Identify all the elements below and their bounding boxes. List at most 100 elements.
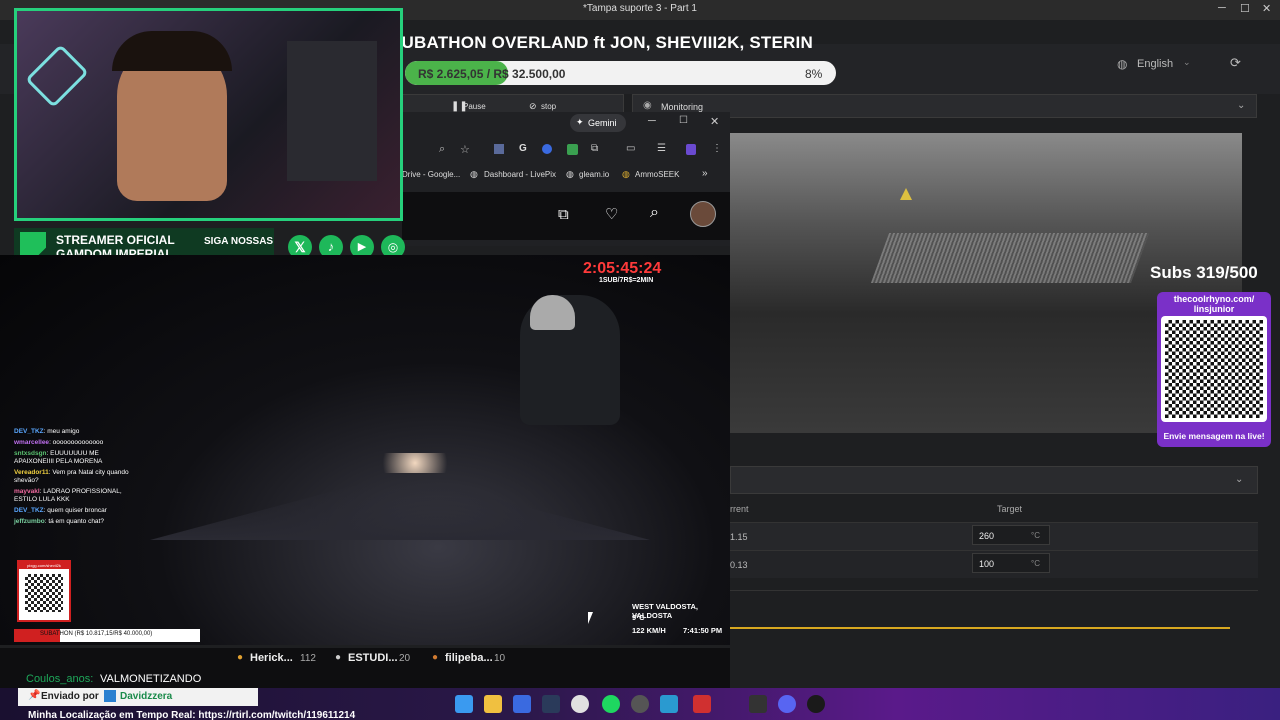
warning-icon [900,188,912,200]
refresh-icon[interactable]: ⟳ [1230,55,1241,71]
unit-label: °C [1031,559,1040,568]
current-header: rrent [730,504,749,514]
mini-subathon-bar: SUBATHON (R$ 10.817,15/R$ 40.000,00) [14,629,200,642]
language-select[interactable]: English [1137,58,1173,70]
subathon-progress-text: R$ 2.625,05 / R$ 32.500,00 [418,67,566,81]
profile-icon[interactable] [686,144,696,155]
chat-overlay: DEV_TKZ: meu amigo wmarcellee: ooooooooo… [14,428,139,548]
bookmark-icon: ◍ [470,169,478,179]
bed-target-input[interactable]: 100 [979,559,994,569]
monitor-icon: ◉ [643,100,652,111]
chevron-down-icon: ⌄ [1183,57,1191,67]
bed-current-temp: 0.13 [730,560,748,570]
clips-icon[interactable]: ⧉ [558,206,569,223]
subathon-percent: 8% [805,67,823,81]
menu-icon[interactable]: ⋮ [712,143,722,154]
cast-icon[interactable]: ▭ [626,143,635,154]
collapse-icon[interactable]: ⌄ [1235,474,1243,485]
gemini-button[interactable]: Gemini [588,118,617,128]
pause-button[interactable]: Pause [463,102,486,111]
chat-message: sntxsdsgn: EUUUUUUU ME APAIXONEIIII PELA… [14,450,103,465]
extension-icon[interactable] [542,144,552,154]
chat-message: wmarcellee: oooooooooooooo [14,439,104,446]
chat-message: jeffzumbo: tá em quanto chat? [14,518,104,525]
bookmark-icon: ◍ [566,169,574,179]
mouse-cursor [588,612,593,624]
more-bookmarks-icon[interactable]: » [702,168,708,179]
leader-value: 20 [399,653,411,664]
timer-rule: 1SUB/7R$=2MIN [599,277,654,284]
maximize-button[interactable]: ☐ [1240,2,1250,15]
heart-icon[interactable]: ♡ [605,205,618,223]
app-icon[interactable] [660,695,678,713]
clock-label: 7:41:50 PM [683,626,723,635]
leader-name: Herick... [250,652,293,664]
app-icon[interactable] [693,695,711,713]
bookmark-item[interactable]: Drive - Google... [402,170,460,179]
sent-by-bar: 📌 Enviado por Davidzzera [18,688,258,706]
chat-message: mayvakl: LADRAO PROFISSIONAL, ESTILO LUL… [14,488,122,503]
leaderboard: ● Herick... 112 ● ESTUDI... 20 ● filipeb… [0,648,730,668]
monitoring-tab[interactable]: Monitoring [661,102,703,112]
pix-qr-code: pixgg.com/shevii2k [17,560,71,622]
banner-siga: SIGA NOSSAS [204,236,274,247]
leader-value: 112 [300,653,316,664]
maximize-button[interactable]: ☐ [679,115,688,126]
google-icon[interactable]: G [519,143,527,154]
discord-icon[interactable] [778,695,796,713]
bookmark-item[interactable]: gleam.io [579,170,609,179]
terminal-icon[interactable] [749,695,767,713]
close-button[interactable]: ✕ [1262,2,1271,15]
banner-line1: STREAMER OFICIAL [56,233,175,247]
search-icon[interactable]: ⌕ [650,204,659,222]
minimize-button[interactable]: ─ [648,115,656,127]
target-header: Target [997,504,1023,514]
extension-icon[interactable] [567,144,578,155]
windows-icon[interactable] [455,695,473,713]
pin-icon: 📌 [28,690,41,701]
minimize-button[interactable]: ─ [1218,2,1226,14]
star-icon[interactable]: ☆ [460,143,470,156]
subathon-timer: 2:05:45:24 [583,260,662,277]
browser-window: ✦ Gemini ─ ☐ ✕ ⌕ ☆ G ⧉ ▭ ☰ ⋮ Drive - Goo… [402,112,730,246]
temperature-label: 9°C [632,613,645,622]
chat-message: DEV_TKZ: meu amigo [14,428,80,435]
stop-icon[interactable]: ⊘ [529,101,537,112]
spotify-icon[interactable] [602,695,620,713]
unit-label: °C [1031,531,1040,540]
list-icon[interactable]: ☰ [657,143,666,154]
webcam-feed [14,8,403,221]
medal-icon: ● [335,652,342,663]
temperature-graph [730,590,1258,680]
medal-icon: ● [237,652,244,663]
search-icon[interactable]: ⌕ [439,143,445,156]
chat-message: DEV_TKZ: quem quiser broncar [14,507,107,514]
chrome-icon[interactable] [571,695,589,713]
obs-icon[interactable] [631,695,649,713]
collapse-icon[interactable]: ⌄ [1237,100,1245,111]
globe-icon[interactable]: ◍ [1117,57,1127,71]
ticker-line-3: Minha Localização em Tempo Real: https:/… [28,710,356,720]
subs-counter: Subs 319/500 [1150,263,1258,282]
bookmark-item[interactable]: AmmoSEEK [635,170,679,179]
stop-button[interactable]: stop [541,102,556,111]
leader-name: ESTUDI... [348,652,398,664]
extension-icon[interactable] [494,144,504,154]
location-label: WEST VALDOSTA, VALDOSTA [632,602,698,620]
bookmark-icon: ◍ [622,169,630,179]
app-icon[interactable] [807,695,825,713]
subathon-progress-bar: R$ 2.625,05 / R$ 32.500,00 8% [405,61,836,85]
file-explorer-icon[interactable] [484,695,502,713]
bookmark-item[interactable]: Dashboard - LivePix [484,170,556,179]
leader-value: 10 [494,653,506,664]
puzzle-icon[interactable]: ⧉ [591,143,598,154]
chat-message: Vereador11: Vem pra Natal city quando sh… [14,469,129,484]
tool-current-temp: 1.15 [730,532,748,542]
medal-icon: ● [432,652,439,663]
avatar[interactable] [690,201,716,227]
steam-icon[interactable] [542,695,560,713]
close-button[interactable]: ✕ [710,115,719,128]
tool-target-input[interactable]: 260 [979,531,994,541]
mail-icon[interactable] [513,695,531,713]
leader-name: filipeba... [445,652,493,664]
